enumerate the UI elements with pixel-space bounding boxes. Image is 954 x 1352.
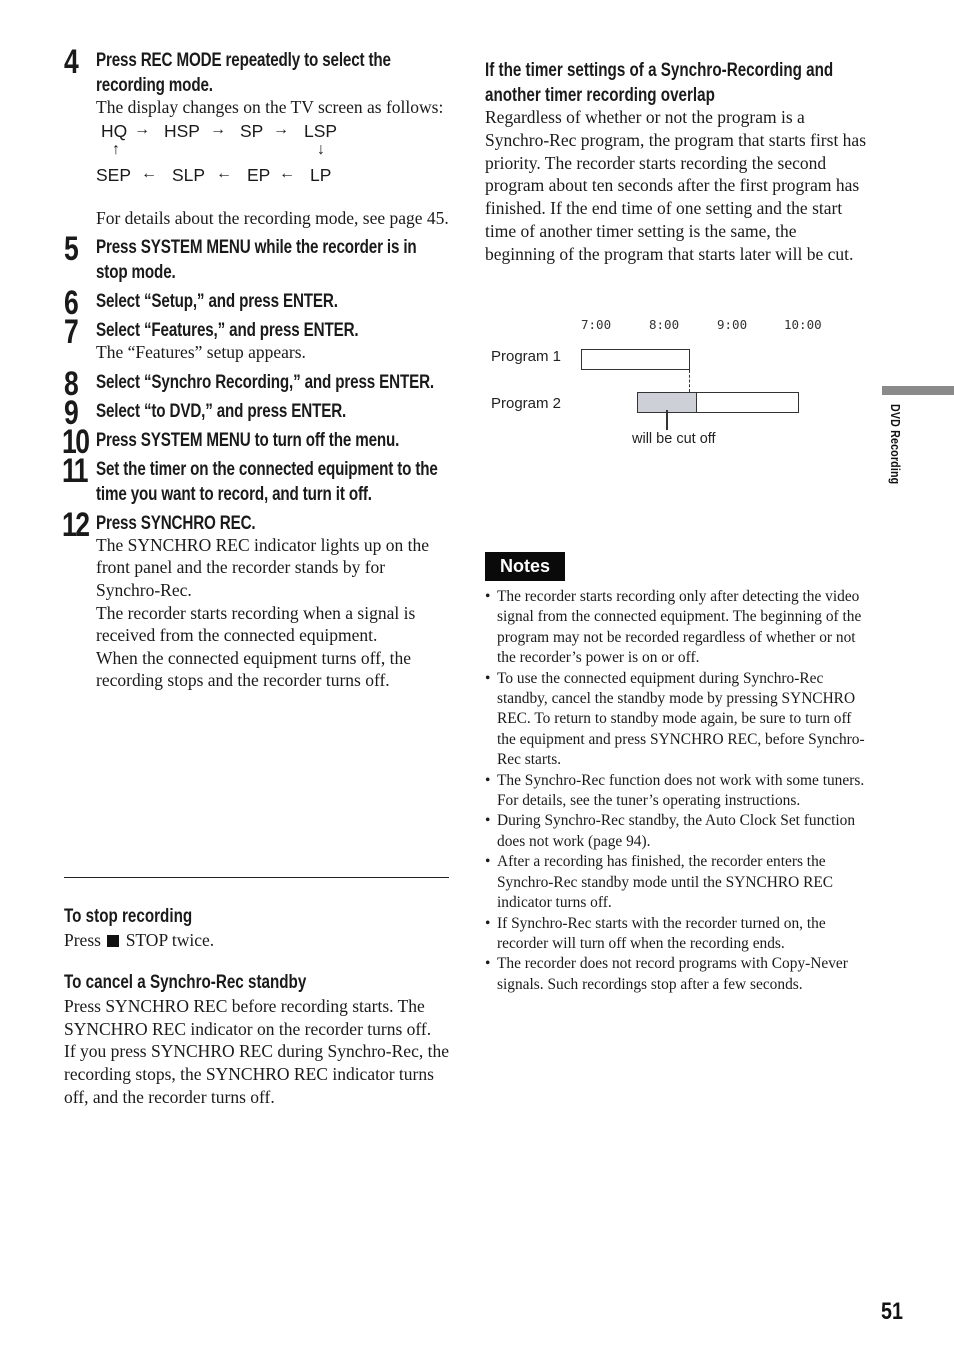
step-number: 7 [64,313,79,352]
note-item: • The recorder does not record programs w… [485,954,870,995]
mode-hq: HQ [101,120,128,141]
to-stop-text: Press STOP twice. [64,929,450,952]
step-body-line: When the connected equipment turns off, … [96,647,412,691]
time-tick: 10:00 [784,317,822,332]
step-number: 12 [62,505,90,544]
mode-sep: SEP [96,164,132,185]
step-10: 10 Press SYSTEM MENU to turn off the men… [62,424,450,460]
step-number: 4 [64,43,79,81]
arrow-left-icon: ← [279,164,295,182]
note-text: To use the connected equipment during Sy… [497,669,865,769]
recording-mode-flow: HQ → HSP → SP → LSP ↑ ↓ SEP ← SLP ← EP ←… [96,119,450,207]
cut-off-label: will be cut off [632,431,716,447]
section-tab-marker [882,386,954,395]
arrow-right-icon: → [210,120,226,138]
bullet-icon: • [485,771,491,789]
arrow-up-icon: ↑ [112,140,120,158]
to-stop-text-after: STOP twice. [125,930,215,950]
stop-cancel-section: To stop recording Press STOP twice. To c… [64,904,450,1109]
section-tab-label: DVD Recording [888,404,903,485]
note-item: • During Synchro-Rec standby, the Auto Cl… [485,811,870,852]
time-tick: 9:00 [717,317,748,332]
program-1-bar [581,349,690,370]
to-stop-heading: To stop recording [64,905,193,927]
step-9: 9 Select “to DVD,” and press ENTER. [64,395,450,431]
arrow-down-icon: ↓ [317,140,325,158]
time-tick: 7:00 [581,317,612,332]
note-text: The recorder starts recording only after… [497,588,862,667]
step-number: 11 [62,451,88,490]
step-number: 5 [64,230,79,269]
step-6: 6 Select “Setup,” and press ENTER. [64,285,450,321]
step-body-line: The SYNCHRO REC indicator lights up on t… [96,534,429,600]
to-cancel-heading: To cancel a Synchro-Rec standby [64,970,307,993]
to-cancel-paragraph: If you press SYNCHRO REC during Synchro-… [64,1041,449,1107]
step-title: Set the timer on the connected equipment… [96,457,438,505]
to-cancel-paragraph: Press SYNCHRO REC before recording start… [64,995,432,1039]
cut-off-leader-line [666,410,669,430]
program-1-label: Program 1 [491,348,562,365]
step-8: 8 Select “Synchro Recording,” and press … [64,366,450,402]
bullet-icon: • [485,588,491,605]
time-tick: 8:00 [649,317,680,332]
step-4: 4 Press REC MODE repeatedly to select th… [64,44,450,229]
overlap-heading: If the timer settings of a Synchro-Recor… [485,59,834,106]
notes-badge: Notes [485,552,566,581]
procedure-steps: 4 Press REC MODE repeatedly to select th… [62,44,450,698]
to-stop-text-before: Press [64,930,101,950]
bullet-icon: • [485,853,491,871]
overlap-text: Regardless of whether or not the program… [485,107,867,264]
mode-sp: SP [240,120,264,141]
mode-ep: EP [247,164,271,185]
step-body: The “Features” setup appears. [96,342,306,363]
note-text: During Synchro-Rec standby, the Auto Clo… [497,812,856,850]
mode-lp: LP [310,164,332,185]
program-2-label: Program 2 [491,395,562,412]
step-title: Press SYSTEM MENU to turn off the menu. [96,428,400,451]
notes-list: • The recorder starts recording only afte… [485,587,870,995]
mode-lsp: LSP [304,120,338,141]
mode-hsp: HSP [164,120,200,141]
page-number: 51 [881,1298,903,1325]
step-body-line: The recorder starts recording when a sig… [96,602,416,646]
note-item: • To use the connected equipment during S… [485,669,870,771]
step-11: 11 Set the timer on the connected equipm… [62,453,450,505]
notes-section: Notes • The recorder starts recording onl… [485,552,870,995]
note-text: The Synchro-Rec function does not work w… [497,771,865,810]
bullet-icon: • [485,955,491,973]
stop-square-icon [107,935,120,947]
bullet-icon: • [485,669,491,687]
step-5: 5 Press SYSTEM MENU while the recorder i… [64,231,450,284]
timer-overlap-diagram: 7:00 8:00 9:00 10:00 Program 1 Program 2… [485,312,865,462]
bullet-icon: • [485,914,491,932]
section-divider [64,877,449,878]
overlap-section: If the timer settings of a Synchro-Recor… [485,58,870,266]
note-item: • After a recording has finished, the rec… [485,852,870,913]
step-12: 12 Press SYNCHRO REC. The SYNCHRO REC in… [62,507,450,692]
note-item: • If Synchro-Rec starts with the recorder… [485,914,870,955]
arrow-right-icon: → [134,120,150,138]
arrow-right-icon: → [273,120,289,138]
step-7: 7 Select “Features,” and press ENTER. Th… [64,314,450,364]
note-item: • The Synchro-Rec function does not work … [485,771,870,812]
note-text: If Synchro-Rec starts with the recorder … [497,914,826,952]
arrow-left-icon: ← [216,164,232,182]
step-body-note: For details about the recording mode, se… [96,207,449,228]
step-title: Select “to DVD,” and press ENTER. [96,399,347,422]
arrow-left-icon: ← [141,164,157,182]
step-title: Select “Features,” and press ENTER. [96,319,359,342]
step-title: Press SYSTEM MENU while the recorder is … [96,236,417,284]
note-item: • The recorder starts recording only afte… [485,587,870,669]
step-title: Select “Synchro Recording,” and press EN… [96,370,434,393]
step-body: The display changes on the TV screen as … [96,97,444,117]
bullet-icon: • [485,812,491,830]
note-text: The recorder does not record programs wi… [497,955,848,993]
mode-slp: SLP [172,164,206,185]
step-title: Select “Setup,” and press ENTER. [96,290,338,313]
step-title: Press REC MODE repeatedly to select the … [96,49,391,96]
step-title: Press SYNCHRO REC. [96,511,256,534]
overlap-dashed-line [688,370,690,392]
note-text: After a recording has finished, the reco… [497,853,834,912]
